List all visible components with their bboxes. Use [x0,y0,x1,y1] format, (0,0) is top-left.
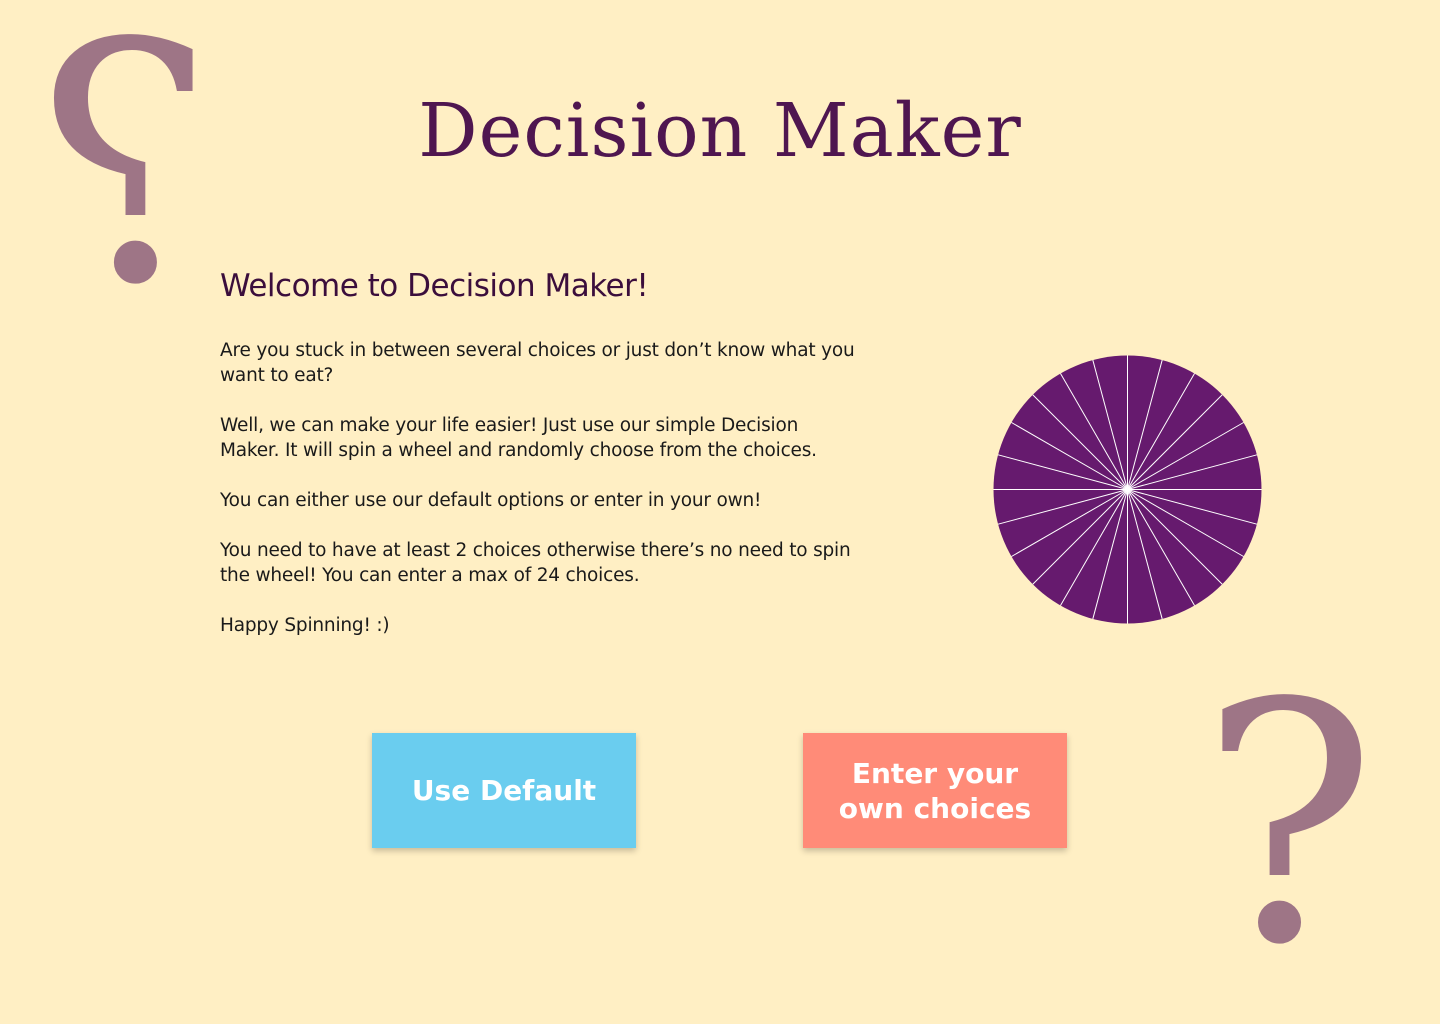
welcome-heading: Welcome to Decision Maker! [220,268,649,304]
spin-wheel [993,355,1262,624]
intro-section: Welcome to Decision Maker! Are you stuck… [220,268,860,663]
intro-paragraph: Happy Spinning! :) [220,615,390,636]
intro-paragraph: Are you stuck in between several choices… [220,340,855,386]
wheel-dividers [993,355,1262,624]
intro-paragraph: Well, we can make your life easier! Just… [220,415,817,461]
intro-paragraph: You need to have at least 2 choices othe… [220,540,851,586]
page-title: Decision Maker [418,88,1022,174]
question-mark-decoration-right: ? [1200,633,1377,1017]
enter-own-choices-button[interactable]: Enter your own choices [803,733,1067,848]
use-default-button[interactable]: Use Default [372,733,636,848]
intro-paragraph: You can either use our default options o… [220,490,762,511]
